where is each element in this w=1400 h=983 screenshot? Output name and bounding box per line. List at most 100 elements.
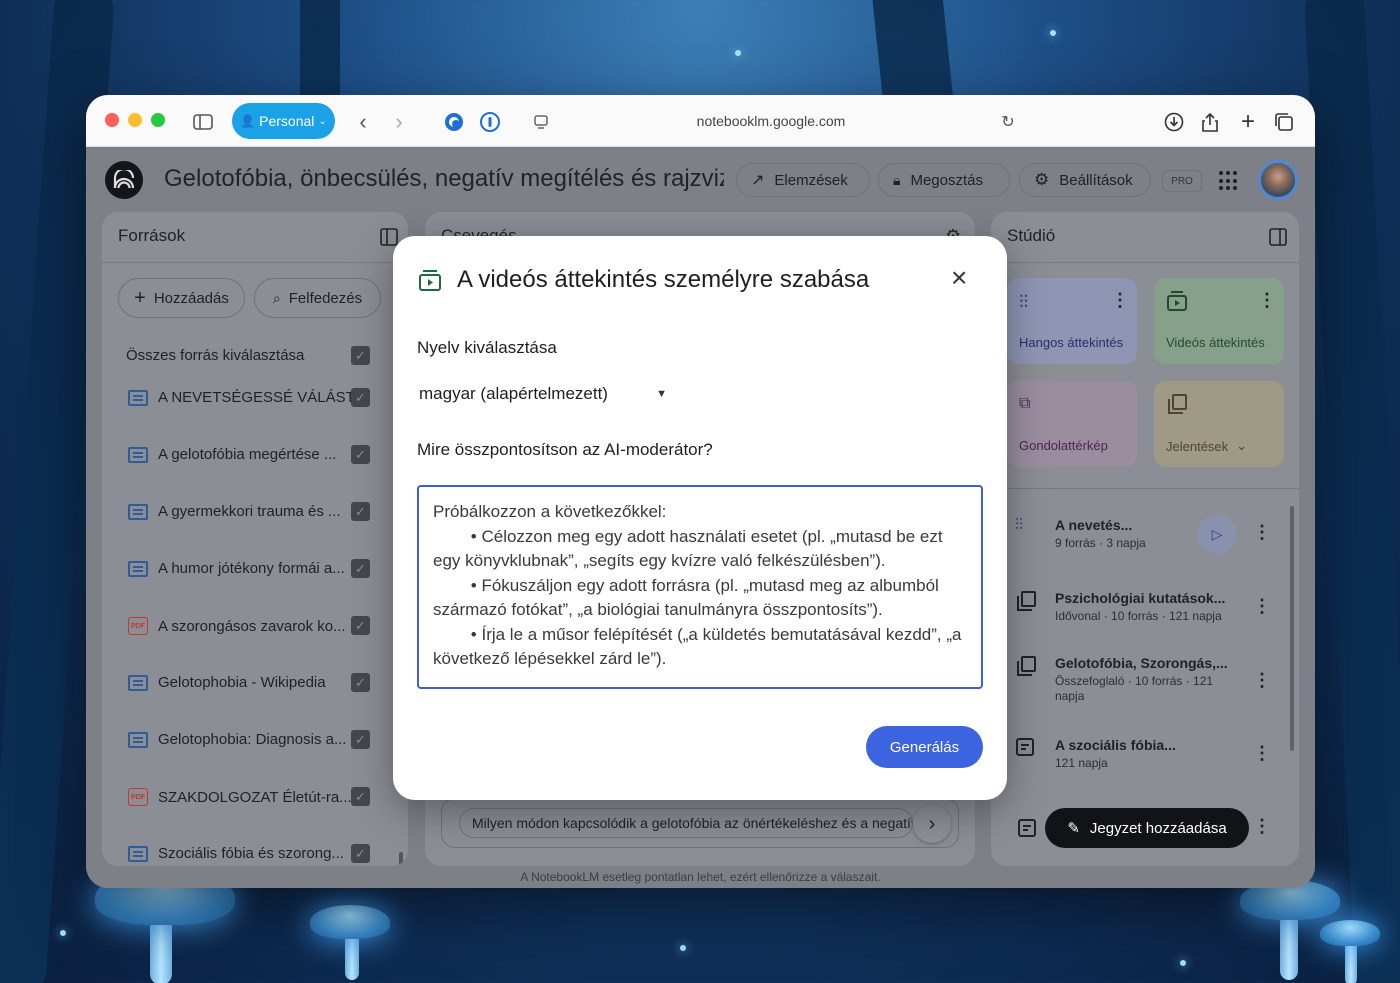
source-label: Gelotophobia: Diagnosis a...: [158, 731, 347, 748]
maximize-window-button[interactable]: [151, 113, 165, 127]
language-select[interactable]: magyar (alapértelmezett) ▼: [417, 378, 667, 410]
mind-map-card[interactable]: ⧉ Gondolattérkép: [1007, 381, 1137, 467]
back-button[interactable]: ‹: [348, 105, 378, 139]
more-vert-icon[interactable]: ⋮: [1253, 743, 1271, 764]
source-label: A szorongásos zavarok ko...: [158, 617, 346, 635]
generate-button[interactable]: Generálás: [866, 726, 983, 768]
more-vert-icon[interactable]: ⋮: [1258, 290, 1276, 311]
address-bar[interactable]: notebooklm.google.com: [516, 103, 1026, 139]
settings-button[interactable]: ⚙ Beállítások: [1019, 163, 1151, 197]
url-text: notebooklm.google.com: [696, 113, 846, 129]
studio-scrollbar[interactable]: [1290, 506, 1294, 751]
plus-icon: +: [134, 286, 146, 309]
source-item[interactable]: Gelotophobia - Wikipedia: [128, 674, 326, 691]
more-vert-icon[interactable]: ⋮: [1111, 290, 1129, 311]
pro-badge: PRO: [1162, 170, 1202, 192]
studio-item-meta: Idővonal · 10 forrás · 121 napja: [1055, 609, 1222, 623]
apps-grid-icon[interactable]: [1219, 171, 1239, 191]
share-icon[interactable]: [1198, 105, 1222, 139]
chevron-down-icon[interactable]: ⌄: [1236, 438, 1247, 454]
report-icon: [1015, 655, 1039, 682]
source-checkbox[interactable]: ✓: [351, 559, 370, 578]
profile-label: Personal: [259, 113, 315, 129]
lock-icon: 🔒︎: [893, 171, 901, 188]
source-label: A NEVETSÉGESSÉ VÁLÁST...: [158, 389, 366, 406]
studio-item-audio[interactable]: ⫶⫶ A nevetés... 9 forrás · 3 napja: [1015, 517, 1146, 551]
notebook-title[interactable]: Gelotofóbia, önbecsülés, negatív megítél…: [164, 165, 724, 193]
studio-item-title: A nevetés...: [1055, 517, 1133, 533]
reports-card[interactable]: Jelentések ⌄: [1154, 381, 1284, 467]
analytics-button[interactable]: ↗ Elemzések: [736, 163, 870, 197]
chevron-down-icon: ⌄: [318, 115, 327, 127]
close-window-button[interactable]: [105, 113, 119, 127]
generate-label: Generálás: [889, 738, 960, 756]
downloads-icon[interactable]: [1162, 105, 1186, 139]
select-all-checkbox[interactable]: ✓: [351, 346, 370, 365]
discover-icon: ⌕: [272, 289, 281, 306]
sources-title: Források: [118, 226, 186, 245]
discover-label: Felfedezés: [288, 289, 363, 307]
mind-map-label: Gondolattérkép: [1019, 438, 1108, 453]
sources-scrollbar[interactable]: [399, 852, 403, 866]
more-vert-icon[interactable]: ⋮: [1253, 522, 1271, 543]
discover-button[interactable]: ⌕ Felfedezés: [254, 278, 381, 318]
source-checkbox[interactable]: ✓: [351, 787, 370, 806]
video-overview-icon: [1166, 290, 1188, 315]
forward-button[interactable]: ›: [384, 105, 414, 139]
extension-browser-icon[interactable]: [442, 105, 466, 139]
audio-overview-card[interactable]: ⫶⫶ ⋮ Hangos áttekintés: [1007, 278, 1137, 364]
collapse-studio-icon[interactable]: [1269, 228, 1287, 251]
source-item[interactable]: PDF SZAKDOLGOZAT Életút-ra...: [128, 788, 352, 806]
notebooklm-logo-icon[interactable]: [105, 161, 143, 199]
studio-item-meta: Összefoglaló · 10 forrás · 121 napja: [1055, 674, 1214, 703]
share-button[interactable]: 🔒︎ Megosztás: [878, 163, 1010, 197]
minimize-window-button[interactable]: [128, 113, 142, 127]
source-checkbox[interactable]: ✓: [351, 502, 370, 521]
source-item[interactable]: A gyermekkori trauma és ...: [128, 503, 341, 520]
profile-button[interactable]: 👤 Personal ⌄: [232, 103, 335, 139]
mind-map-icon: ⧉: [1019, 395, 1031, 412]
focus-textarea[interactable]: [417, 485, 983, 689]
source-checkbox[interactable]: ✓: [351, 730, 370, 749]
send-button[interactable]: ›: [913, 805, 951, 843]
tab-overview-icon[interactable]: [1272, 105, 1296, 139]
chat-input[interactable]: Milyen módon kapcsolódik a gelotofóbia a…: [459, 808, 913, 838]
avatar[interactable]: [1258, 160, 1298, 200]
source-checkbox[interactable]: ✓: [351, 445, 370, 464]
report-icon: [1015, 590, 1039, 617]
sidebar-toggle-icon[interactable]: [190, 105, 216, 139]
video-overview-icon: [418, 268, 442, 297]
settings-label: Beállítások: [1059, 171, 1133, 189]
studio-item-summary[interactable]: Gelotofóbia, Szorongás,... Összefoglaló …: [1015, 655, 1233, 704]
source-item[interactable]: Szociális fóbia és szorong...: [128, 845, 344, 862]
source-item[interactable]: PDF A szorongásos zavarok ko...: [128, 617, 346, 635]
chat-input-text: Milyen módon kapcsolódik a gelotofóbia a…: [472, 815, 913, 831]
add-source-button[interactable]: + Hozzáadás: [118, 278, 245, 318]
source-checkbox[interactable]: ✓: [351, 616, 370, 635]
reload-icon[interactable]: ↻: [996, 105, 1020, 139]
source-item[interactable]: A gelotofóbia megértése ...: [128, 446, 336, 463]
play-button[interactable]: ▷: [1197, 514, 1237, 554]
more-vert-icon[interactable]: ⋮: [1253, 816, 1271, 837]
source-item[interactable]: Gelotophobia: Diagnosis a...: [128, 731, 346, 748]
source-checkbox[interactable]: ✓: [351, 673, 370, 692]
source-item[interactable]: A humor jótékony formái a...: [128, 560, 345, 577]
studio-item-note[interactable]: A szociális fóbia... 121 napja: [1015, 737, 1176, 771]
more-vert-icon[interactable]: ⋮: [1253, 670, 1271, 691]
source-item[interactable]: A NEVETSÉGESSÉ VÁLÁST...: [128, 389, 366, 406]
more-vert-icon[interactable]: ⋮: [1253, 596, 1271, 617]
new-tab-icon[interactable]: +: [1236, 105, 1260, 139]
source-checkbox[interactable]: ✓: [351, 388, 370, 407]
close-icon[interactable]: ×: [951, 264, 967, 292]
studio-item-title: Gelotofóbia, Szorongás,...: [1055, 655, 1228, 671]
studio-item-timeline[interactable]: Pszichológiai kutatások... Idővonal · 10…: [1015, 590, 1225, 624]
audio-overview-label: Hangos áttekintés: [1019, 335, 1124, 350]
add-note-button[interactable]: ✎ Jegyzet hozzáadása: [1045, 808, 1249, 848]
extension-password-icon[interactable]: [478, 105, 502, 139]
source-label: A gyermekkori trauma és ...: [158, 503, 341, 520]
source-label: A humor jótékony formái a...: [158, 560, 345, 577]
document-icon: [128, 731, 148, 748]
video-overview-card[interactable]: ⋮ Videós áttekintés: [1154, 278, 1284, 364]
trending-up-icon: ↗: [751, 172, 765, 189]
source-checkbox[interactable]: ✓: [351, 844, 370, 863]
